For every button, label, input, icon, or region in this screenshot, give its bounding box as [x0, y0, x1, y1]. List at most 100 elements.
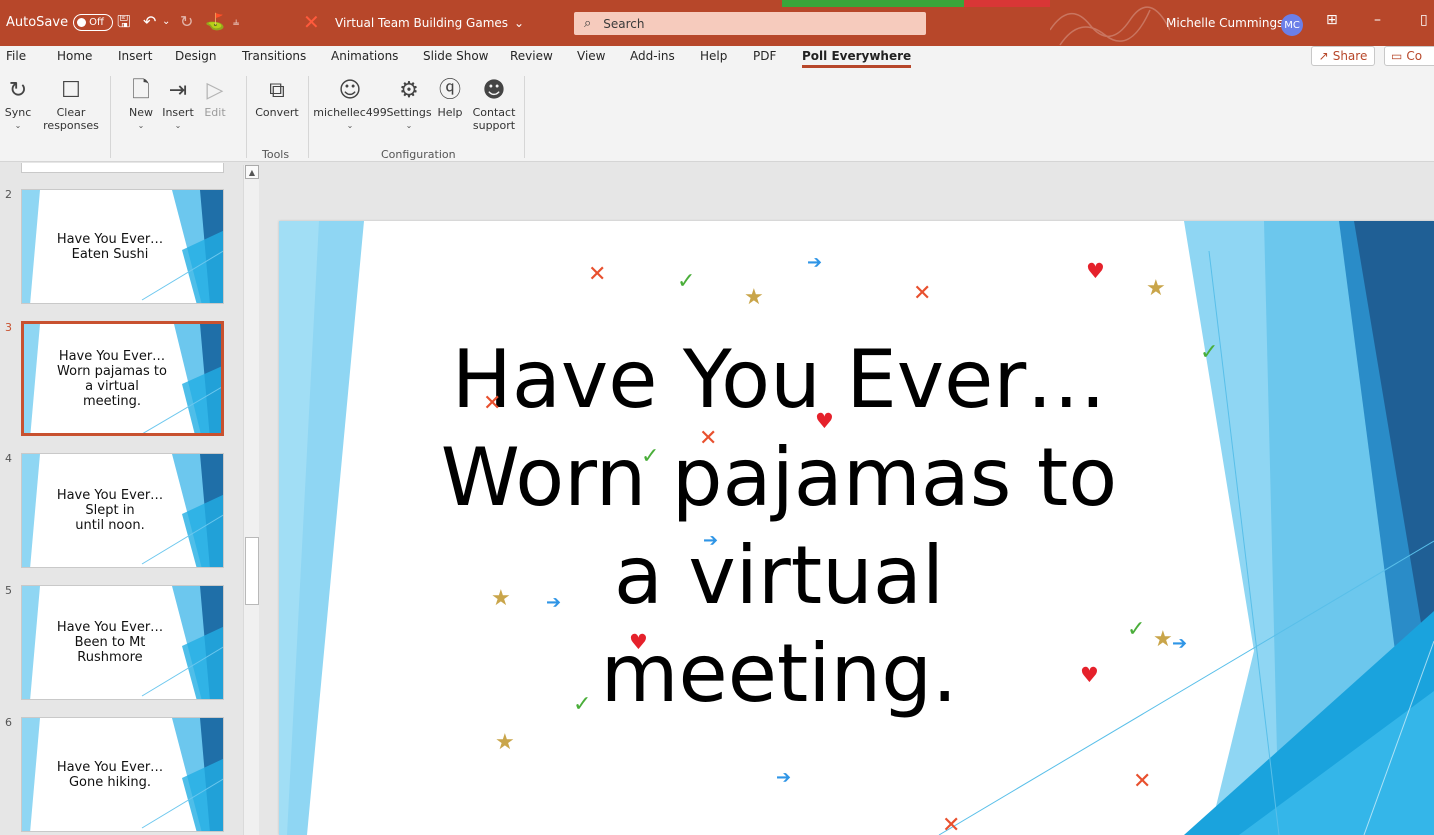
group-divider: [524, 76, 525, 158]
account-button[interactable]: ☺ michellec499 ⌄: [313, 76, 387, 132]
present-from-beginning-icon[interactable]: ⛳: [205, 12, 225, 32]
arrow-right-icon: ➔: [807, 252, 823, 273]
convert-button[interactable]: ⧉ Convert: [254, 76, 300, 119]
tab-view[interactable]: View: [577, 49, 605, 63]
share-button[interactable]: ↗ Share: [1311, 46, 1375, 66]
thumbnail-scrollbar[interactable]: ▲: [243, 165, 259, 835]
slide-thumbnail[interactable]: Have You Ever… Eaten Sushi: [21, 189, 224, 304]
minimize-icon[interactable]: –: [1374, 12, 1381, 28]
user-name[interactable]: Michelle Cummings: [1166, 16, 1283, 30]
slide-thumbnail-selected[interactable]: Have You Ever… Worn pajamas to a virtual…: [21, 321, 224, 436]
tab-design[interactable]: Design: [175, 49, 216, 63]
edit-label: Edit: [204, 106, 226, 119]
group-label-tools: Tools: [262, 148, 290, 161]
convert-label: Convert: [255, 106, 299, 119]
contact-support-button[interactable]: ☻ Contact support: [470, 76, 518, 132]
arrow-right-icon: ➔: [1172, 633, 1188, 654]
tab-home[interactable]: Home: [57, 49, 92, 63]
undo-icon[interactable]: ↶: [143, 12, 156, 32]
chevron-down-icon: ⌄: [174, 121, 182, 130]
tab-transitions[interactable]: Transitions: [242, 49, 306, 63]
check-icon: ✓: [641, 444, 660, 469]
check-icon: ✓: [1127, 617, 1146, 642]
red-bar: [964, 0, 1050, 7]
tab-help[interactable]: Help: [700, 49, 727, 63]
tab-animations[interactable]: Animations: [331, 49, 398, 63]
group-divider: [246, 76, 247, 158]
redo-icon[interactable]: ↻: [180, 12, 193, 32]
slide-title-line: Worn pajamas to: [440, 431, 1118, 524]
chevron-down-icon: ⌄: [514, 16, 525, 30]
heart-icon: ♥: [629, 630, 648, 654]
slide-thumbnail[interactable]: Have You Ever… Slept in until noon.: [21, 453, 224, 568]
slide-thumbnail[interactable]: Have You Ever… Gone hiking.: [21, 717, 224, 832]
document-title[interactable]: Virtual Team Building Games ⌄: [335, 16, 524, 30]
undo-dropdown-icon[interactable]: ⌄: [162, 12, 170, 32]
ribbon-poll-everywhere: ↻ Sync ⌄ ☐ Clear responses 🗋 New ⌄ ⇥ Ins…: [0, 70, 1434, 162]
check-icon: ✓: [1200, 340, 1219, 365]
tab-poll-everywhere[interactable]: Poll Everywhere: [802, 49, 912, 68]
sync-button[interactable]: ↻ Sync ⌄: [4, 76, 32, 132]
comments-label: Co: [1406, 49, 1423, 63]
slide-title[interactable]: Have You Ever… Worn pajamas to a virtual…: [379, 331, 1179, 723]
x-mark-icon: ✕: [699, 426, 718, 451]
tab-file[interactable]: File: [6, 49, 26, 63]
customize-qat-icon[interactable]: ⫨: [233, 12, 239, 32]
star-icon: ★: [1153, 627, 1173, 652]
help-button[interactable]: ⓠ Help: [435, 76, 465, 119]
autosave-control[interactable]: AutoSave Off: [6, 14, 114, 31]
clear-label: Clear: [56, 106, 86, 119]
tab-review[interactable]: Review: [510, 49, 553, 63]
title-bar: AutoSave Off 🖫 ↶ ⌄ ↻ ⛳ ⫨ ✕ Virtual Team …: [0, 0, 1434, 46]
thumb-text: Have You Ever… Gone hiking.: [56, 759, 164, 790]
avatar[interactable]: MC: [1281, 14, 1303, 36]
help-label: Help: [437, 106, 463, 119]
autosave-toggle[interactable]: Off: [73, 14, 114, 31]
responses-label: responses: [43, 119, 99, 132]
slide-thumbnail[interactable]: Have You Ever… Been to Mt Rushmore: [21, 585, 224, 700]
slide-number: 5: [5, 584, 12, 597]
scroll-thumb[interactable]: [245, 537, 259, 605]
green-bar: [782, 0, 964, 7]
share-label: Share: [1332, 49, 1368, 63]
account-label: michellec499: [313, 106, 387, 119]
document-title-text: Virtual Team Building Games: [335, 16, 509, 30]
x-mark-icon: ✕: [483, 391, 502, 416]
tab-pdf[interactable]: PDF: [753, 49, 776, 63]
autosave-state: Off: [89, 17, 104, 28]
tab-insert[interactable]: Insert: [118, 49, 152, 63]
contact-label: Contact: [472, 106, 516, 119]
slide-thumbnail-partial[interactable]: [21, 163, 224, 173]
insert-button[interactable]: ⇥ Insert ⌄: [161, 76, 195, 132]
arrow-right-icon: ➔: [703, 530, 719, 551]
title-bar-pattern: [1050, 6, 1170, 46]
save-icon[interactable]: 🖫: [117, 12, 131, 32]
insert-icon: ⇥: [168, 78, 188, 103]
toggle-knob: [77, 18, 87, 27]
tab-slide-show[interactable]: Slide Show: [423, 49, 488, 63]
share-icon: ↗: [1318, 49, 1329, 63]
heart-icon: ♥: [1080, 663, 1099, 687]
comments-button[interactable]: ▭ Co: [1384, 46, 1434, 66]
slide-number: 4: [5, 452, 12, 465]
trash-icon: ☐: [61, 78, 81, 103]
scroll-up-icon[interactable]: ▲: [245, 165, 259, 179]
arrow-right-icon: ➔: [776, 767, 792, 788]
chevron-down-icon: ⌄: [14, 121, 22, 130]
search-box[interactable]: ⌕ Search: [574, 12, 926, 35]
ribbon-display-options-icon[interactable]: ⊞: [1326, 12, 1338, 28]
slide-number: 3: [5, 321, 12, 334]
comment-icon: ▭: [1391, 49, 1403, 63]
maximize-icon[interactable]: ▯: [1420, 12, 1428, 28]
thumb-text: Have You Ever… Worn pajamas to a virtual…: [57, 348, 167, 409]
check-icon: ✓: [573, 692, 592, 717]
slide-number: 6: [5, 716, 12, 729]
star-icon: ★: [744, 285, 764, 310]
clear-responses-button[interactable]: ☐ Clear responses: [40, 76, 102, 132]
tab-add-ins[interactable]: Add-ins: [630, 49, 675, 63]
settings-button[interactable]: ⚙ Settings ⌄: [386, 76, 432, 132]
edit-button[interactable]: ▷ Edit: [199, 76, 231, 119]
new-button[interactable]: 🗋 New ⌄: [124, 76, 158, 132]
slide-canvas[interactable]: Have You Ever… Worn pajamas to a virtual…: [279, 221, 1434, 835]
question-icon: ⓠ: [438, 78, 461, 103]
